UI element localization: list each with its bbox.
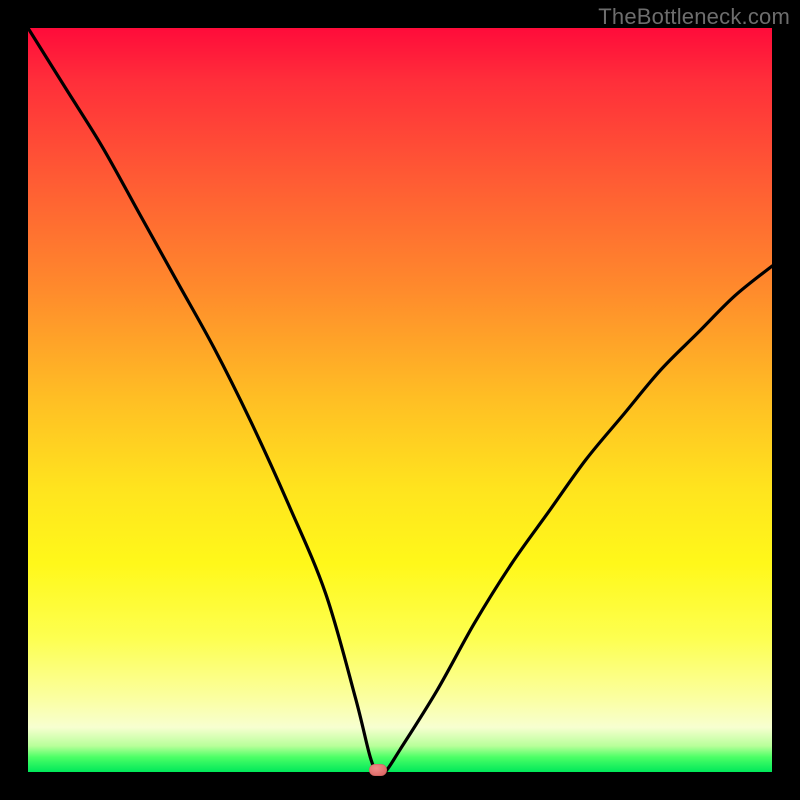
optimal-point-marker xyxy=(369,764,387,776)
chart-frame: TheBottleneck.com xyxy=(0,0,800,800)
watermark-text: TheBottleneck.com xyxy=(598,4,790,30)
gradient-plot-area xyxy=(28,28,772,772)
